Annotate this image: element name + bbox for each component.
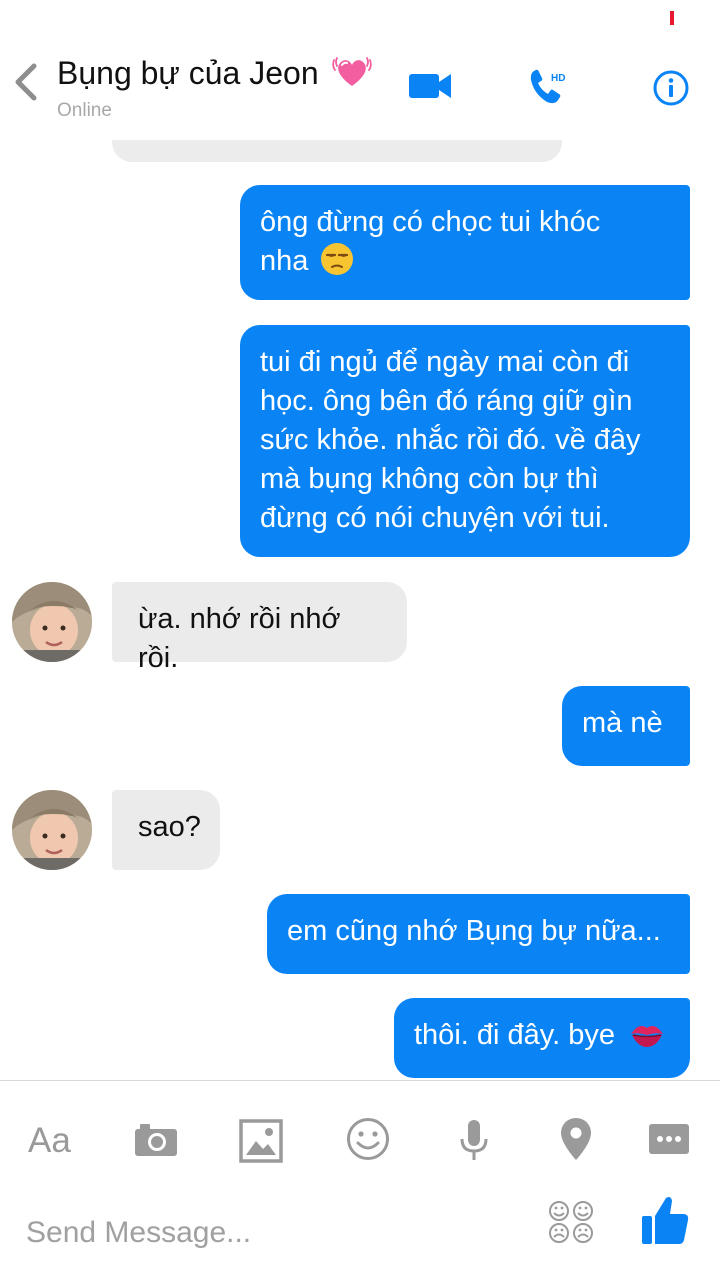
unamused-face-emoji-icon: [321, 243, 354, 275]
video-camera-icon[interactable]: [408, 68, 452, 104]
location-pin-icon[interactable]: [559, 1117, 593, 1161]
message-line: mà nè: [582, 707, 663, 739]
emoji-icon[interactable]: [346, 1117, 390, 1161]
message-line: học. ông bên đó ráng giữ gìn: [260, 385, 633, 417]
hd-badge: HD: [551, 73, 565, 84]
message-line: ông đừng có chọc tui khóc: [260, 206, 601, 238]
message-list[interactable]: ông đừng có chọc tui khóc nha tui đi ngủ…: [0, 0, 720, 1080]
info-icon[interactable]: [652, 69, 690, 107]
composer-toolbar: Aa: [0, 1081, 720, 1201]
message-line: ừa. nhớ rồi nhớ rồi.: [138, 603, 341, 674]
image-icon[interactable]: [239, 1119, 283, 1163]
microphone-icon[interactable]: [458, 1119, 490, 1163]
incoming-message[interactable]: sao?: [112, 790, 220, 870]
message-line: mà bụng không còn bự thì: [260, 463, 599, 495]
outgoing-message[interactable]: thôi. đi đây. bye: [394, 998, 690, 1078]
contact-avatar[interactable]: [12, 790, 92, 870]
send-message-input[interactable]: [24, 1210, 448, 1256]
outgoing-message[interactable]: mà nè: [562, 686, 690, 766]
text-format-icon[interactable]: Aa: [28, 1121, 71, 1161]
message-line: sức khỏe. nhắc rồi đó. về đây: [260, 424, 641, 456]
message-line: đừng có nói chuyện với tui.: [260, 502, 610, 534]
more-icon[interactable]: [648, 1123, 690, 1155]
back-chevron-icon[interactable]: [10, 62, 40, 102]
hd-phone-icon[interactable]: HD: [528, 66, 568, 106]
message-line: em cũng nhớ Bụng bự nữa...: [287, 915, 661, 947]
contact-name[interactable]: Bụng bự của Jeon: [57, 54, 372, 92]
message-line: thôi. đi đây. bye: [414, 1019, 615, 1051]
outgoing-message[interactable]: em cũng nhớ Bụng bự nữa...: [267, 894, 690, 974]
camera-icon[interactable]: [134, 1123, 178, 1157]
contact-name-text: Bụng bự của Jeon: [57, 55, 319, 91]
message-line: sao?: [138, 811, 201, 843]
heart-emoji-icon: [331, 57, 372, 86]
incoming-message[interactable]: ừa. nhớ rồi nhớ rồi.: [112, 582, 407, 674]
outgoing-message[interactable]: ông đừng có chọc tui khóc nha: [240, 185, 690, 300]
chat-header: Bụng bự của Jeon Online HD: [0, 40, 720, 140]
sticker-faces-icon[interactable]: [548, 1200, 594, 1244]
message-line: tui đi ngủ để ngày mai còn đi: [260, 346, 630, 378]
outgoing-message[interactable]: tui đi ngủ để ngày mai còn đi học. ông b…: [240, 325, 690, 557]
online-status: Online: [57, 100, 112, 121]
thumbs-up-icon[interactable]: [640, 1194, 690, 1246]
kiss-mark-emoji-icon: [631, 1026, 664, 1047]
message-line: nha: [260, 245, 309, 277]
message-composer: [0, 1197, 720, 1280]
contact-avatar[interactable]: [12, 582, 92, 662]
